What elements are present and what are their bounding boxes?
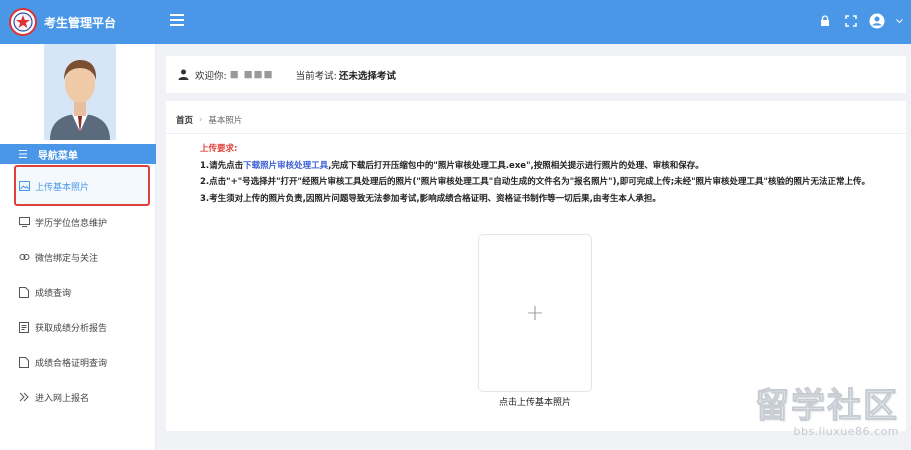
- user-icon: [178, 69, 189, 80]
- upload-label: 点击上传基本照片: [498, 398, 571, 408]
- sidebar-item-degree-info[interactable]: 学历学位信息维护: [0, 207, 156, 237]
- sidebar-item-label: 上传基本照片: [35, 182, 90, 193]
- sidebar-item-label: 学历学位信息维护: [35, 218, 108, 229]
- menu-icon: ☰: [18, 147, 28, 161]
- welcome-bar: 欢迎你: ■ ■■■ 当前考试: 还未选择考试: [166, 56, 906, 93]
- sidebar-item-score-report[interactable]: 获取成绩分析报告: [0, 312, 156, 342]
- requirement-text: ,完成下载后打开压缩包中的"照片审核处理工具.exe",按照相关提示进行照片的处…: [328, 160, 704, 171]
- breadcrumb-current: 基本照片: [208, 116, 243, 126]
- sidebar-item-label: 进入网上报名: [35, 393, 90, 404]
- breadcrumb: 首页 › 基本照片: [176, 114, 242, 126]
- requirements-title: 上传要求:: [200, 144, 238, 154]
- sidebar-item-score-query[interactable]: 成绩查询: [0, 277, 156, 307]
- report-icon: [18, 321, 30, 333]
- requirement-line-2: 2.点击"+"号选择并"打开"经照片审核工具处理后的照片("照片审核处理工具"自…: [200, 177, 870, 187]
- document-icon: [18, 286, 30, 298]
- document-icon: [18, 356, 30, 368]
- sidebar-item-label: 微信绑定与关注: [35, 253, 99, 264]
- hamburger-menu-icon[interactable]: [170, 14, 184, 28]
- requirement-line-3: 3.考生须对上传的照片负责,因照片问题导致无法参加考试,影响成绩合格证明、资格证…: [200, 193, 661, 204]
- plus-icon: +: [525, 300, 545, 326]
- requirement-line-1: 1.请先点击下载照片审核处理工具,完成下载后打开压缩包中的"照片审核处理工具.e…: [200, 158, 900, 175]
- image-icon: [18, 180, 30, 192]
- divider: [166, 133, 906, 134]
- current-exam-value: 还未选择考试: [338, 70, 396, 82]
- monitor-icon: [18, 216, 30, 228]
- nav-menu-title: 导航菜单: [37, 150, 78, 162]
- top-bar-actions: [817, 13, 903, 29]
- sidebar-item-label: 成绩合格证明查询: [35, 358, 108, 369]
- welcome-label: 欢迎你:: [195, 70, 227, 82]
- upload-requirements: 上传要求: 1.请先点击下载照片审核处理工具,完成下载后打开压缩包中的"照片审核…: [200, 141, 900, 207]
- download-tool-link[interactable]: 下载照片审核处理工具: [243, 161, 328, 171]
- enter-icon: [18, 391, 30, 403]
- logo-icon: [9, 8, 37, 36]
- current-exam-label: 当前考试:: [295, 70, 337, 82]
- sidebar-item-label: 获取成绩分析报告: [35, 323, 108, 334]
- photo-upload-panel: 首页 › 基本照片 上传要求: 1.请先点击下载照片审核处理工具,完成下载后打开…: [166, 101, 906, 431]
- photo-upload-area[interactable]: +: [478, 234, 592, 392]
- top-bar: [156, 0, 911, 44]
- username: ■ ■■■: [229, 69, 274, 80]
- sidebar-item-label: 成绩查询: [35, 288, 72, 299]
- breadcrumb-separator-icon: ›: [199, 115, 203, 125]
- main-content: 欢迎你: ■ ■■■ 当前考试: 还未选择考试 首页 › 基本照片 上传要求: …: [156, 44, 911, 450]
- brand-bar[interactable]: 考生管理平台: [0, 0, 156, 44]
- sidebar-item-certificate-query[interactable]: 成绩合格证明查询: [0, 347, 156, 377]
- sidebar-item-wechat[interactable]: 微信绑定与关注: [0, 242, 156, 272]
- app-title: 考生管理平台: [44, 15, 117, 30]
- nav-menu-header: ☰ 导航菜单: [0, 144, 156, 164]
- requirement-text: 1.请先点击: [200, 160, 244, 171]
- lock-icon[interactable]: [817, 13, 833, 29]
- avatar: [44, 44, 116, 140]
- chevron-down-icon[interactable]: [895, 13, 903, 29]
- sidebar-item-online-registration[interactable]: 进入网上报名: [0, 382, 156, 412]
- user-circle-icon[interactable]: [869, 13, 885, 29]
- link-icon: [18, 251, 30, 263]
- sidebar: 考生管理平台 ☰ 导航菜单 上传基本照片 学历学位信息维护 微信绑定与关注 成绩…: [0, 0, 156, 450]
- fullscreen-icon[interactable]: [843, 13, 859, 29]
- breadcrumb-home[interactable]: 首页: [176, 114, 193, 126]
- sidebar-item-upload-photo[interactable]: 上传基本照片: [0, 171, 156, 201]
